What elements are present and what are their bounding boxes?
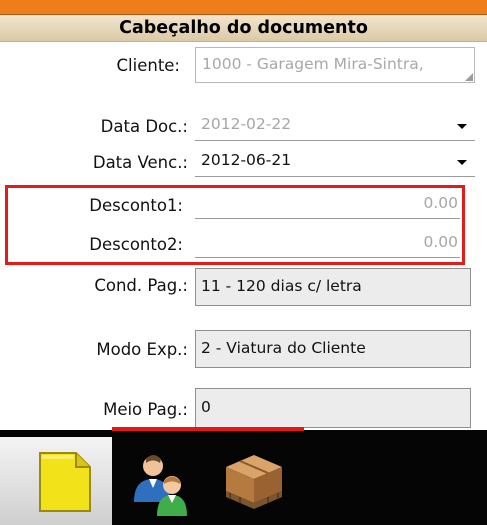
data-doc-dropdown[interactable]: 2012-02-22: [195, 115, 475, 141]
tab-red-indicator: [112, 427, 304, 431]
tab-users[interactable]: [112, 437, 212, 525]
top-accent-bar: [0, 0, 487, 14]
highlight-box: [5, 185, 465, 265]
cliente-value: 1000 - Garagem Mira-Sintra,: [202, 55, 424, 73]
package-icon: [226, 455, 282, 509]
data-venc-value: 2012-06-21: [201, 151, 292, 169]
cliente-field[interactable]: 1000 - Garagem Mira-Sintra,: [195, 47, 475, 83]
tab-document[interactable]: [0, 437, 112, 525]
modo-exp-field[interactable]: 2 - Viatura do Cliente: [195, 330, 471, 368]
chevron-down-icon: [457, 124, 467, 129]
data-doc-label: Data Doc.:: [100, 117, 188, 136]
users-icon: [134, 455, 187, 516]
modo-exp-label: Modo Exp.:: [96, 340, 188, 359]
chevron-down-icon: [457, 160, 467, 165]
cliente-label: Cliente:: [116, 56, 180, 75]
data-venc-dropdown[interactable]: 2012-06-21: [195, 151, 475, 177]
page-title: Cabeçalho do documento: [119, 18, 368, 38]
meio-pag-field[interactable]: 0: [195, 388, 471, 428]
meio-pag-value: 0: [201, 398, 211, 416]
data-venc-label: Data Venc.:: [92, 153, 188, 172]
resize-grip-icon: [465, 73, 473, 81]
cond-pag-label: Cond. Pag.:: [94, 276, 188, 295]
data-doc-value: 2012-02-22: [201, 115, 292, 133]
tab-products[interactable]: [212, 437, 304, 525]
meio-pag-label: Meio Pag.:: [103, 400, 188, 419]
cond-pag-field[interactable]: 11 - 120 dias c/ letra: [195, 268, 471, 306]
cond-pag-value: 11 - 120 dias c/ letra: [201, 277, 362, 295]
document-icon: [39, 452, 91, 512]
modo-exp-value: 2 - Viatura do Cliente: [201, 339, 366, 357]
